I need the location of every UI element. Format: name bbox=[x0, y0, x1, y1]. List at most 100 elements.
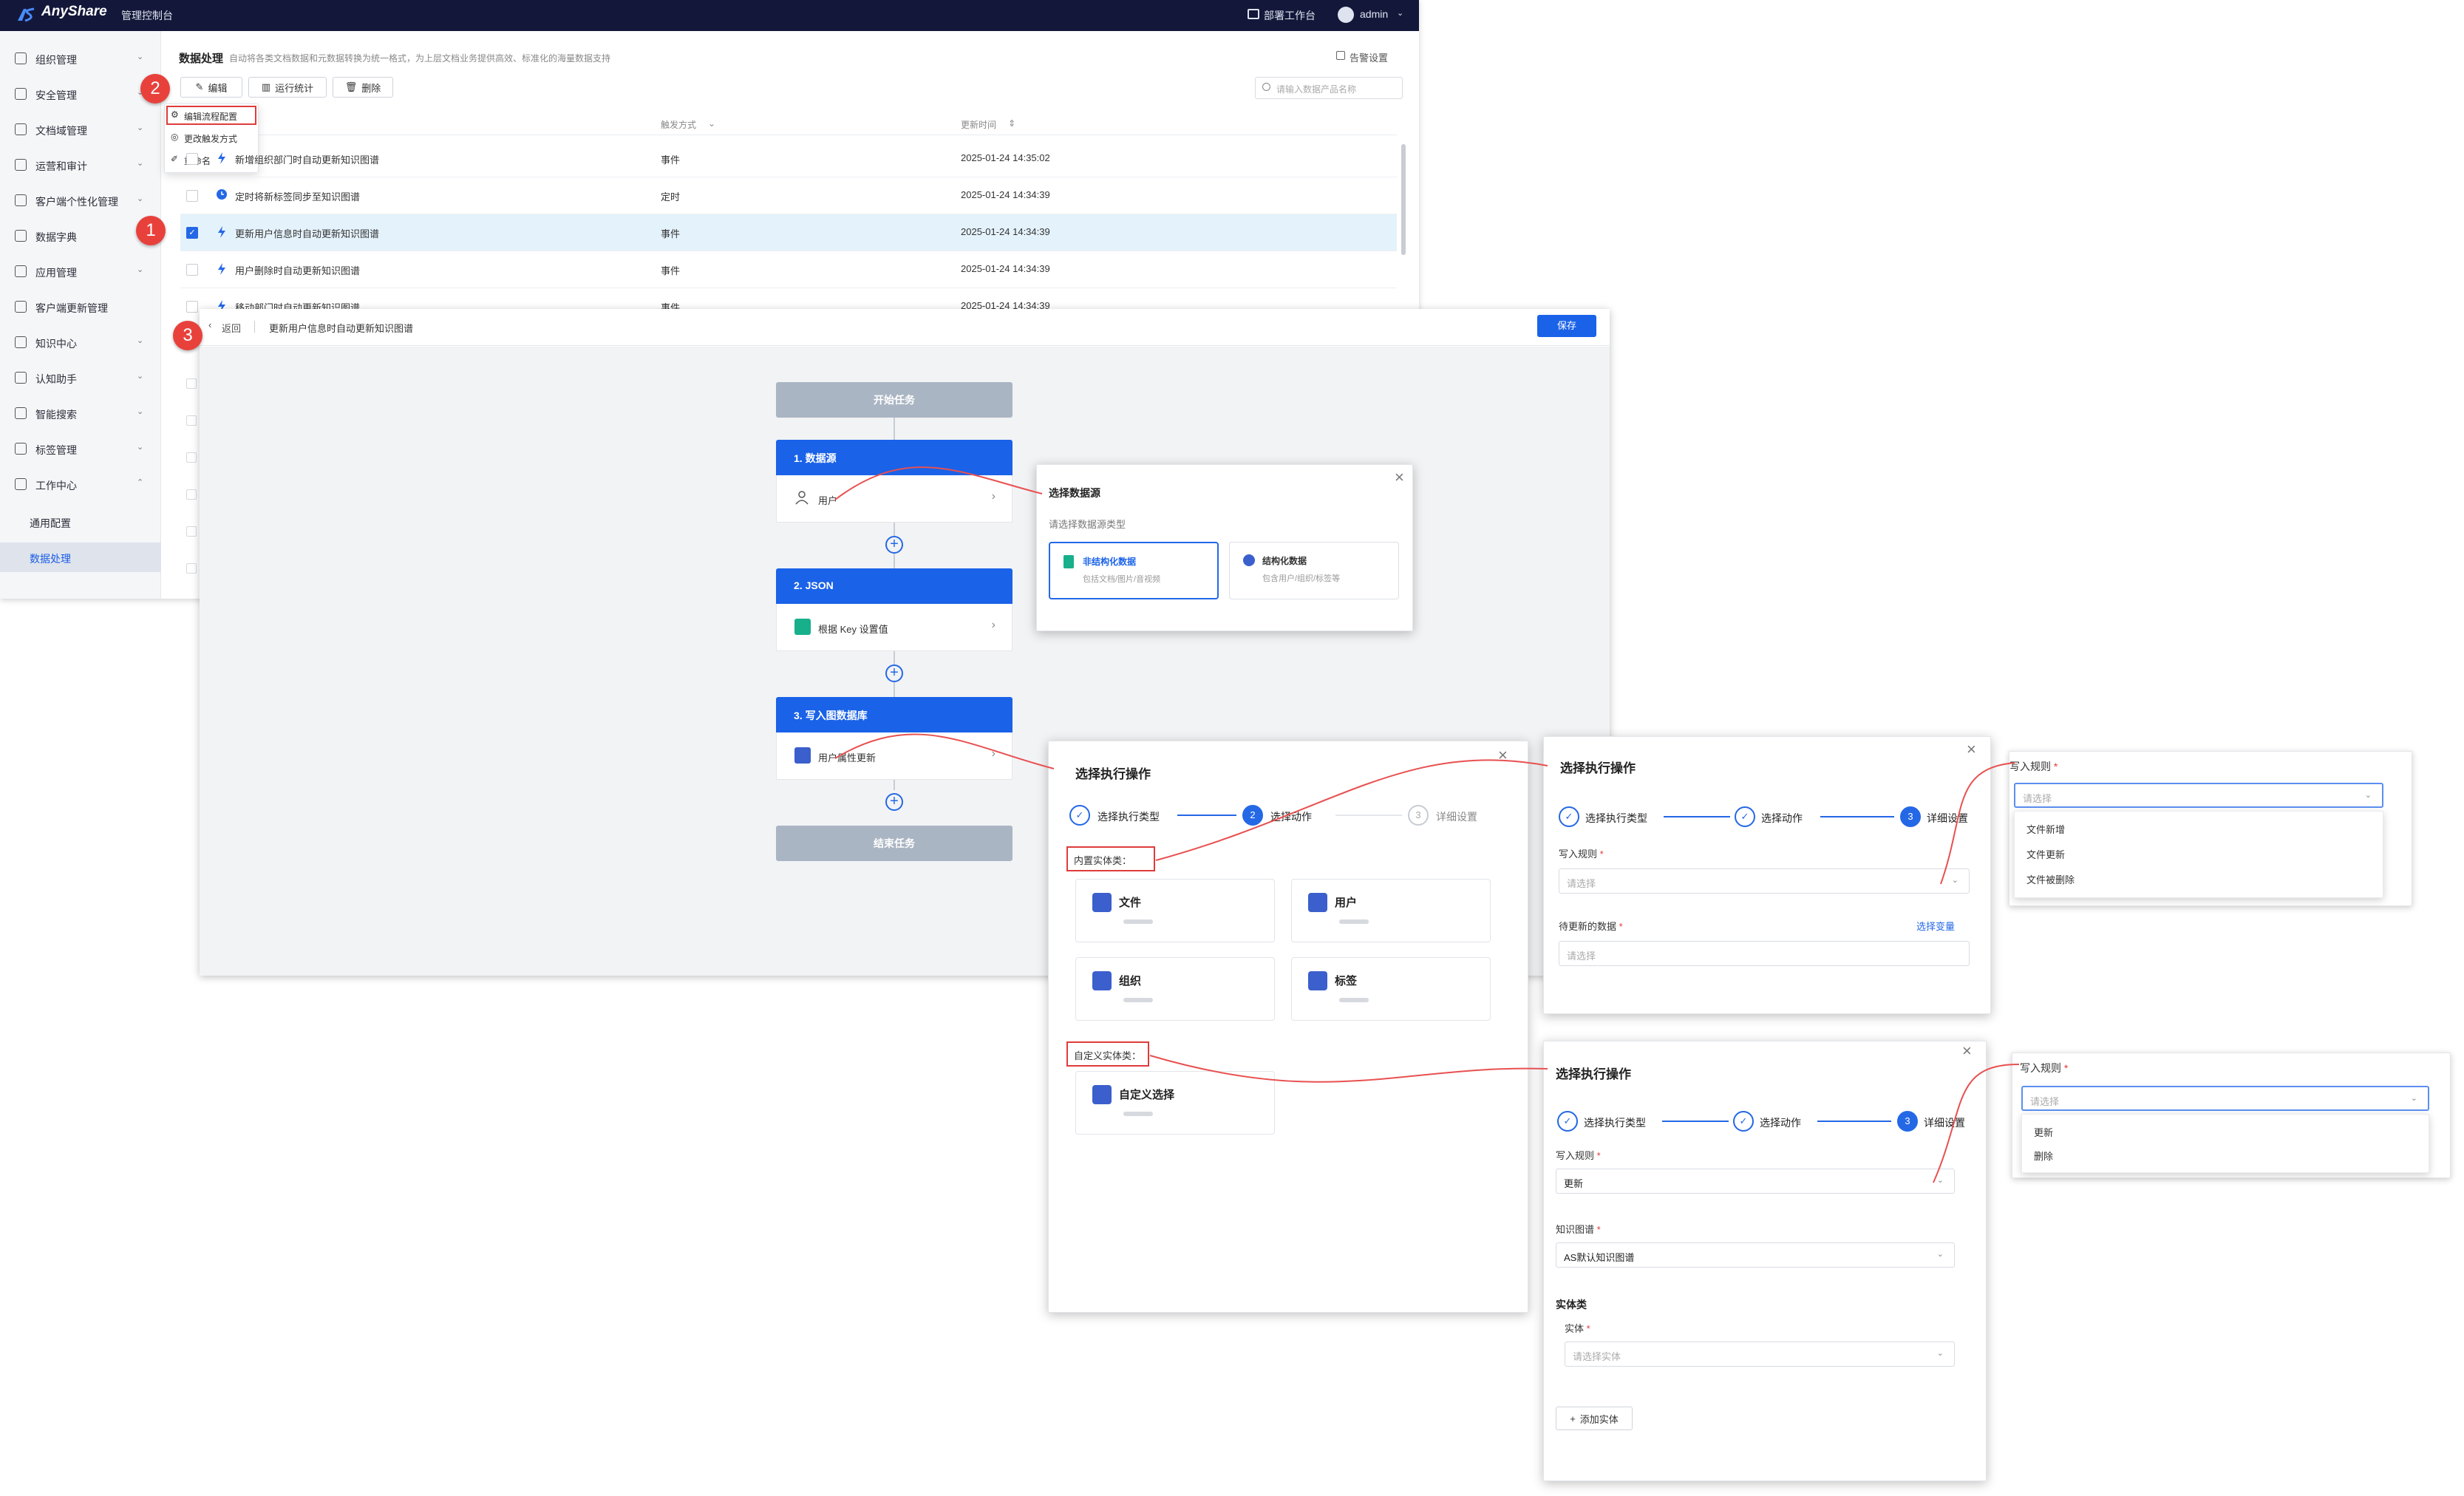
sidebar-item-4[interactable]: 客户端个性化管理 ⌄ bbox=[0, 183, 161, 216]
step-1-label: 选择执行类型 bbox=[1585, 812, 1647, 824]
node-3-body[interactable]: 用户属性更新 › bbox=[776, 732, 1013, 780]
close-icon[interactable]: × bbox=[1962, 1041, 1972, 1061]
row-checkbox[interactable] bbox=[186, 301, 198, 313]
entity-card-file[interactable]: 文件 bbox=[1075, 879, 1275, 942]
table-scrollbar[interactable] bbox=[1401, 144, 1406, 255]
search-input[interactable]: 请输入数据产品名称 bbox=[1255, 77, 1403, 99]
sort-icon[interactable]: ⇕ bbox=[1008, 118, 1015, 129]
sidebar-item-12[interactable]: 工作中心 ⌃ bbox=[0, 467, 161, 500]
sidebar-item-3[interactable]: 运营和审计 ⌄ bbox=[0, 148, 161, 180]
avatar[interactable] bbox=[1338, 7, 1354, 23]
node-1-body[interactable]: 用户 › bbox=[776, 475, 1013, 523]
entity-card-org[interactable]: 组织 bbox=[1075, 957, 1275, 1021]
close-icon[interactable]: × bbox=[1395, 468, 1404, 487]
dropdown-1-select[interactable]: 请选择 ⌄ bbox=[2014, 783, 2383, 808]
node-1-header[interactable]: 1. 数据源 bbox=[776, 440, 1013, 475]
node-2-body[interactable]: 根据 Key 设置值 › bbox=[776, 604, 1013, 651]
row-checkbox[interactable]: ✓ bbox=[186, 227, 198, 239]
graph-select[interactable]: AS默认知识图谱 ⌄ bbox=[1556, 1242, 1955, 1268]
row-checkbox[interactable] bbox=[186, 526, 197, 537]
pending-data-input[interactable]: 请选择 bbox=[1559, 941, 1970, 966]
detail-1-title: 选择执行操作 bbox=[1560, 761, 1636, 775]
option-file-deleted[interactable]: 文件被删除 bbox=[2026, 872, 2075, 886]
row-checkbox[interactable] bbox=[186, 452, 197, 463]
entity-select[interactable]: 请选择实体 ⌄ bbox=[1565, 1342, 1955, 1367]
row-name[interactable]: 新增组织部门时自动更新知识图谱 bbox=[235, 152, 379, 166]
sidebar-item-7[interactable]: 客户端更新管理 bbox=[0, 290, 161, 322]
row-checkbox[interactable] bbox=[186, 153, 198, 165]
node-2-header[interactable]: 2. JSON bbox=[776, 568, 1013, 604]
write-rule-select[interactable]: 请选择 ⌄ bbox=[1559, 868, 1970, 894]
row-checkbox[interactable] bbox=[186, 264, 198, 276]
delete-button[interactable]: 🗑 删除 bbox=[333, 77, 393, 98]
menu-edit-flow[interactable]: 编辑流程配置 bbox=[184, 110, 237, 123]
alert-settings-link[interactable]: 告警设置 bbox=[1350, 50, 1388, 64]
sidebar-sub-item-1[interactable]: 数据处理 bbox=[0, 543, 161, 572]
table-row[interactable]: ✓ 更新用户信息时自动更新知识图谱 事件 2025-01-24 14:34:39 bbox=[180, 214, 1397, 251]
row-name[interactable]: 定时将新标签同步至知识图谱 bbox=[235, 189, 360, 203]
row-checkbox[interactable] bbox=[186, 378, 197, 389]
sidebar-item-1[interactable]: 安全管理 ⌄ bbox=[0, 77, 161, 109]
step-3-indicator: 3 bbox=[1900, 806, 1921, 827]
option-file-added[interactable]: 文件新增 bbox=[2026, 822, 2065, 836]
edit-button[interactable]: ✎ 编辑 bbox=[180, 77, 242, 98]
graph-label: 知识图谱 * bbox=[1556, 1224, 1601, 1235]
row-checkbox[interactable] bbox=[186, 190, 198, 202]
option-update[interactable]: 更新 bbox=[2034, 1125, 2053, 1139]
close-icon[interactable]: × bbox=[1967, 740, 1976, 759]
add-node-button[interactable]: + bbox=[885, 664, 903, 682]
run-stats-button[interactable]: ▥ 运行统计 bbox=[248, 77, 327, 98]
column-updated-header[interactable]: 更新时间 bbox=[961, 118, 996, 131]
sidebar-item-9[interactable]: 认知助手 ⌄ bbox=[0, 361, 161, 393]
file-icon bbox=[1092, 893, 1112, 912]
sidebar-item-6[interactable]: 应用管理 ⌄ bbox=[0, 254, 161, 287]
row-checkbox[interactable] bbox=[186, 563, 197, 574]
pending-data-text: 待更新的数据 bbox=[1559, 921, 1617, 932]
add-node-button[interactable]: + bbox=[885, 536, 903, 554]
chevron-down-icon[interactable]: ⌄ bbox=[1397, 8, 1403, 18]
entity-card-tag[interactable]: 标签 bbox=[1291, 957, 1491, 1021]
entity-card-user[interactable]: 用户 bbox=[1291, 879, 1491, 942]
save-button[interactable]: 保存 bbox=[1537, 315, 1596, 337]
structured-option[interactable]: 结构化数据 包含用户/组织/标签等 bbox=[1229, 542, 1399, 599]
row-checkbox[interactable] bbox=[186, 415, 197, 426]
dropdown-1-label-text: 写入规则 bbox=[2009, 761, 2051, 772]
unstructured-option[interactable]: 非结构化数据 包括文档/图片/音视频 bbox=[1049, 542, 1219, 599]
table-row[interactable]: 新增组织部门时自动更新知识图谱 事件 2025-01-24 14:35:02 bbox=[180, 140, 1397, 177]
sidebar-sub-item-0[interactable]: 通用配置 bbox=[0, 507, 161, 537]
row-name[interactable]: 用户删除时自动更新知识图谱 bbox=[235, 263, 360, 277]
add-node-button[interactable]: + bbox=[885, 793, 903, 811]
sidebar-item-label: 客户端更新管理 bbox=[35, 302, 108, 314]
option-file-updated[interactable]: 文件更新 bbox=[2026, 847, 2065, 861]
row-name[interactable]: 更新用户信息时自动更新知识图谱 bbox=[235, 226, 379, 240]
node-3-header[interactable]: 3. 写入图数据库 bbox=[776, 697, 1013, 732]
table-row[interactable]: 用户删除时自动更新知识图谱 事件 2025-01-24 14:34:39 bbox=[180, 251, 1397, 288]
menu-icon bbox=[15, 478, 27, 490]
entity-card-custom[interactable]: 自定义选择 bbox=[1075, 1071, 1275, 1135]
select-variable-link[interactable]: 选择变量 bbox=[1916, 919, 1955, 933]
column-trigger-header[interactable]: 触发方式 bbox=[661, 118, 696, 131]
sidebar-item-11[interactable]: 标签管理 ⌄ bbox=[0, 432, 161, 464]
table-row[interactable]: 定时将新标签同步至知识图谱 定时 2025-01-24 14:34:39 bbox=[180, 177, 1397, 214]
run-stats-label: 运行统计 bbox=[275, 82, 314, 94]
write-rule-select[interactable]: 更新 ⌄ bbox=[1556, 1169, 1955, 1194]
start-node[interactable]: 开始任务 bbox=[776, 382, 1013, 418]
sidebar-item-10[interactable]: 智能搜索 ⌄ bbox=[0, 396, 161, 429]
row-checkbox[interactable] bbox=[186, 489, 197, 500]
back-arrow-icon[interactable]: ‹ bbox=[208, 319, 211, 330]
sidebar-item-2[interactable]: 文档域管理 ⌄ bbox=[0, 112, 161, 145]
chevron-down-icon: ⌄ bbox=[1936, 1176, 1944, 1185]
sidebar-item-0[interactable]: 组织管理 ⌄ bbox=[0, 41, 161, 74]
sidebar-item-8[interactable]: 知识中心 ⌄ bbox=[0, 325, 161, 358]
workbench-link[interactable]: 部署工作台 bbox=[1264, 8, 1316, 23]
filter-icon[interactable]: ⌄ bbox=[708, 118, 715, 129]
menu-icon bbox=[15, 194, 27, 206]
chevron-icon: ⌄ bbox=[137, 372, 144, 381]
add-entity-button[interactable]: + 添加实体 bbox=[1556, 1407, 1633, 1430]
user-menu[interactable]: admin bbox=[1360, 8, 1388, 20]
dropdown-2-select[interactable]: 请选择 ⌄ bbox=[2021, 1086, 2429, 1111]
end-node[interactable]: 结束任务 bbox=[776, 826, 1013, 861]
close-icon[interactable]: × bbox=[1498, 746, 1508, 765]
option-delete[interactable]: 删除 bbox=[2034, 1149, 2053, 1163]
back-link[interactable]: 返回 bbox=[222, 321, 241, 335]
